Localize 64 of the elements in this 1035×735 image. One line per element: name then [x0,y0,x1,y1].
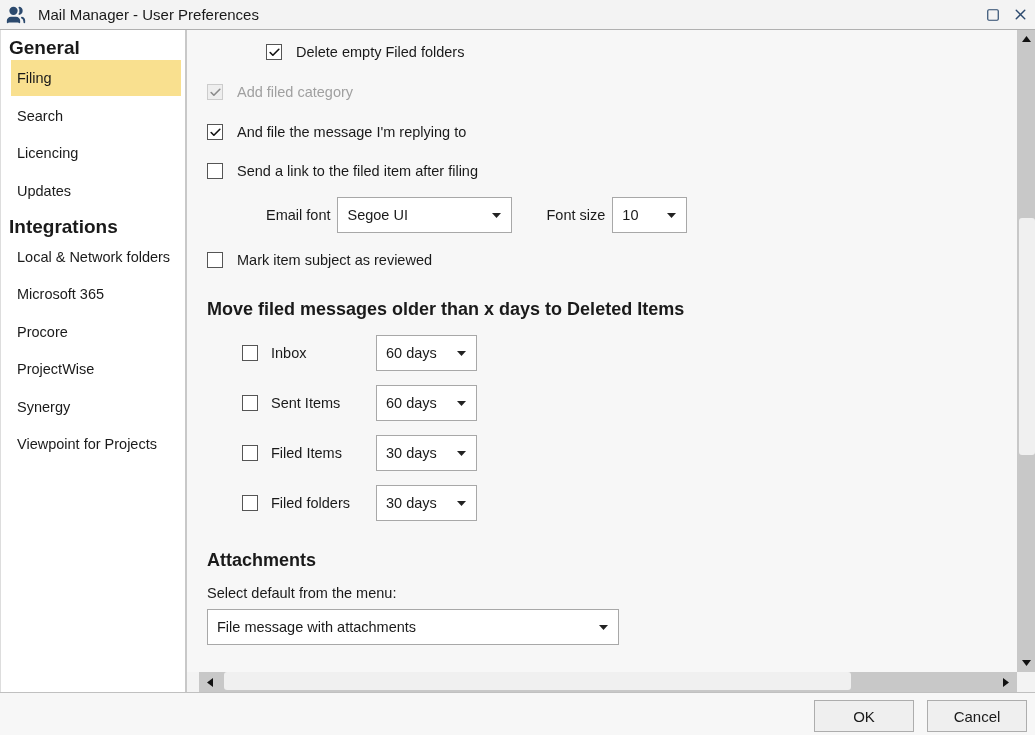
checkbox[interactable] [242,495,258,511]
people-icon [6,4,26,25]
dialog-button[interactable]: OK [814,700,914,732]
caret-icon [599,624,608,630]
up-arrow-icon[interactable] [1021,36,1031,42]
option-label: Send a link to the filed item after filing [237,163,478,179]
down-arrow-icon[interactable] [1021,660,1031,666]
section-heading: Attachments [207,550,318,571]
caret-icon [457,400,466,406]
sidebar-item[interactable]: Microsoft 365 [11,276,181,312]
days-dropdown[interactable]: 30 days [376,435,477,471]
check-icon [267,45,281,59]
checkbox[interactable] [207,163,223,179]
sidebar-item[interactable]: Updates [11,172,181,209]
scroll-thumb[interactable] [1019,218,1035,455]
option-label: Filed folders [271,495,351,511]
sidebar-item[interactable]: Licencing [11,135,181,171]
caret-icon [457,450,466,456]
maximize-icon[interactable] [986,7,1000,22]
window-title: Mail Manager - User Preferences [38,6,260,23]
sidebar-item[interactable]: Search [11,97,181,134]
sidebar-heading: General [8,36,81,60]
checkbox[interactable] [242,345,258,361]
option-label: Add filed category [237,84,354,100]
field-label: Email font [266,207,331,223]
checkbox[interactable] [207,252,223,268]
dialog-button[interactable]: Cancel [927,700,1027,732]
caret-icon [457,500,466,506]
sidebar-item[interactable]: Filing [11,60,181,96]
option-label: Sent Items [271,395,342,411]
font-size-dropdown[interactable]: 10 [612,197,688,233]
sidebar-item[interactable]: Viewpoint for Projects [11,426,181,462]
option-label: Inbox [271,345,308,361]
attachments-dropdown[interactable]: File message with attachments [207,609,619,645]
sidebar-item[interactable]: Synergy [11,388,181,425]
checkbox[interactable] [207,124,223,140]
check-icon [208,125,222,139]
caret-icon [457,350,466,356]
days-dropdown[interactable]: 30 days [376,485,477,521]
sidebar-item[interactable]: Local & Network folders [11,238,181,275]
sidebar-item[interactable]: ProjectWise [11,351,181,387]
check-icon [208,85,222,99]
days-dropdown[interactable]: 60 days [376,385,477,421]
checkbox[interactable] [242,395,258,411]
option-label: Filed Items [271,445,343,461]
caret-icon [492,212,502,218]
checkbox[interactable] [242,445,258,461]
sidebar-heading: Integrations [8,214,119,239]
font-dropdown[interactable]: Segoe UI [337,197,513,233]
option-label: And file the message I'm replying to [237,124,467,140]
sidebar-item[interactable]: Procore [11,313,181,350]
right-arrow-icon[interactable] [1003,677,1009,687]
option-label: Mark item subject as reviewed [237,252,432,268]
option-label: Delete empty Filed folders [296,44,465,60]
field-label: Select default from the menu: [207,585,398,601]
scroll-thumb[interactable] [224,672,851,690]
field-label: Font size [546,207,606,223]
days-dropdown[interactable]: 60 days [376,335,477,371]
caret-icon [667,212,677,218]
horizontal-scrollbar[interactable] [199,672,1017,692]
left-arrow-icon[interactable] [207,677,213,687]
section-heading: Move filed messages older than x days to Deleted Items [207,299,686,320]
checkbox[interactable] [266,44,282,60]
vertical-scrollbar[interactable] [1017,30,1035,672]
